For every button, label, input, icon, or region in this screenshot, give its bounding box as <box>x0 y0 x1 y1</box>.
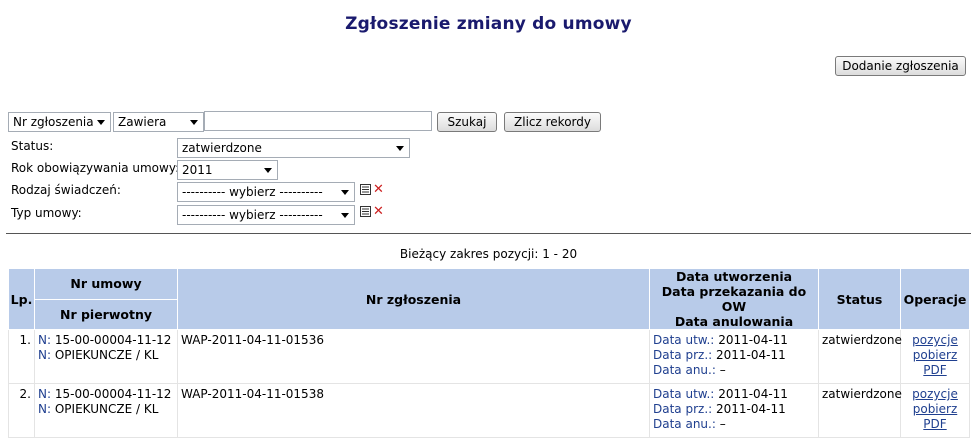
n-prefix: N: <box>38 333 52 347</box>
dropdown-arrow-icon <box>341 213 349 218</box>
positions-link[interactable]: pozycje <box>904 333 966 348</box>
contract-number: 15-00-00004-11-12 <box>54 387 172 401</box>
transferred-label: Data prz.: <box>653 348 713 362</box>
transferred-date: 2011-04-11 <box>716 348 786 362</box>
list-icon[interactable] <box>360 206 371 217</box>
col-date-created: Data utworzenia <box>675 269 793 284</box>
search-field-select-value: Nr zgłoszenia <box>13 115 94 129</box>
download-link[interactable]: pobierz <box>904 348 966 363</box>
pdf-link[interactable]: PDF <box>904 363 966 378</box>
col-nr-pierwotny: Nr pierwotny <box>34 298 178 330</box>
row-status: zatwierdzone <box>818 383 902 438</box>
col-date-cancelled: Data anulowania <box>674 314 794 329</box>
created-label: Data utw.: <box>653 387 715 401</box>
row-lp: 1. <box>8 329 35 384</box>
cancelled-label: Data anu.: <box>653 363 716 377</box>
row-operations: pozycje pobierz PDF <box>900 383 970 438</box>
cancelled-label: Data anu.: <box>653 417 716 431</box>
benefit-type-select[interactable]: ---------- wybierz ---------- <box>177 182 355 202</box>
contract-type-select-value: ---------- wybierz ---------- <box>182 208 323 222</box>
search-button[interactable]: Szukaj <box>437 112 497 132</box>
clear-icon[interactable]: ✕ <box>373 205 384 218</box>
search-operator-select[interactable]: Zawiera <box>113 112 204 132</box>
row-contract: N: 15-00-00004-11-12 N: OPIEKUNCZE / KL <box>34 383 178 438</box>
dropdown-arrow-icon <box>190 120 198 125</box>
col-nr-zgloszenia: Nr zgłoszenia <box>177 268 650 330</box>
range-text: Bieżący zakres pozycji: 1 - 20 <box>399 247 578 261</box>
col-operacje: Operacje <box>900 268 970 330</box>
clear-icon[interactable]: ✕ <box>373 183 384 196</box>
cancelled-date: – <box>719 363 726 377</box>
dropdown-arrow-icon <box>341 190 349 195</box>
divider <box>6 233 971 234</box>
pdf-link[interactable]: PDF <box>904 417 966 432</box>
created-label: Data utw.: <box>653 333 715 347</box>
positions-link[interactable]: pozycje <box>904 387 966 402</box>
row-dates: Data utw.: 2011-04-11 Data prz.: 2011-04… <box>649 329 819 384</box>
list-icon[interactable] <box>360 184 371 195</box>
row-request-number: WAP-2011-04-11-01538 <box>177 383 650 438</box>
search-operator-select-value: Zawiera <box>118 115 167 129</box>
col-dates: Data utworzenia Data przekazania do OW D… <box>649 268 819 330</box>
year-label: Rok obowiązywania umowy: <box>11 161 180 175</box>
contract-number: 15-00-00004-11-12 <box>54 333 172 347</box>
table-row: 1. N: 15-00-00004-11-12 N: OPIEKUNCZE / … <box>8 329 970 384</box>
status-label: Status: <box>11 139 54 153</box>
status-select-value: zatwierdzone <box>182 141 262 155</box>
original-number: OPIEKUNCZE / KL <box>54 402 159 416</box>
year-select-value: 2011 <box>182 163 213 177</box>
page-title: Zgłoszenie zmiany do umowy <box>345 14 632 34</box>
col-nr-umowy: Nr umowy <box>34 268 178 300</box>
add-request-button[interactable]: Dodanie zgłoszenia <box>835 56 966 76</box>
col-date-transferred: Data przekazania do OW <box>661 284 807 314</box>
row-dates: Data utw.: 2011-04-11 Data prz.: 2011-04… <box>649 383 819 438</box>
search-field-select[interactable]: Nr zgłoszenia <box>8 112 111 132</box>
transferred-label: Data prz.: <box>653 402 713 416</box>
n-prefix: N: <box>38 402 52 416</box>
search-input[interactable] <box>204 111 432 131</box>
row-request-number: WAP-2011-04-11-01536 <box>177 329 650 384</box>
row-lp: 2. <box>8 383 35 438</box>
original-number: OPIEKUNCZE / KL <box>54 348 159 362</box>
n-prefix: N: <box>38 348 52 362</box>
benefit-type-select-value: ---------- wybierz ---------- <box>182 185 323 199</box>
transferred-date: 2011-04-11 <box>716 402 786 416</box>
n-prefix: N: <box>38 387 52 401</box>
row-status: zatwierdzone <box>818 329 902 384</box>
created-date: 2011-04-11 <box>718 387 788 401</box>
created-date: 2011-04-11 <box>718 333 788 347</box>
col-status: Status <box>818 268 901 330</box>
dropdown-arrow-icon <box>396 146 404 151</box>
results-table: Lp. Nr umowy Nr zgłoszenia Data utworzen… <box>8 268 970 438</box>
benefit-type-label: Rodzaj świadczeń: <box>11 183 121 197</box>
download-link[interactable]: pobierz <box>904 402 966 417</box>
contract-type-label: Typ umowy: <box>11 206 82 220</box>
row-operations: pozycje pobierz PDF <box>900 329 970 384</box>
status-select[interactable]: zatwierdzone <box>177 138 410 158</box>
table-row: 2. N: 15-00-00004-11-12 N: OPIEKUNCZE / … <box>8 383 970 438</box>
row-contract: N: 15-00-00004-11-12 N: OPIEKUNCZE / KL <box>34 329 178 384</box>
year-select[interactable]: 2011 <box>177 160 278 180</box>
cancelled-date: – <box>719 417 726 431</box>
dropdown-arrow-icon <box>264 168 272 173</box>
count-records-button[interactable]: Zlicz rekordy <box>504 112 601 132</box>
contract-type-select[interactable]: ---------- wybierz ---------- <box>177 205 355 225</box>
col-lp: Lp. <box>8 268 35 330</box>
dropdown-arrow-icon <box>97 120 105 125</box>
